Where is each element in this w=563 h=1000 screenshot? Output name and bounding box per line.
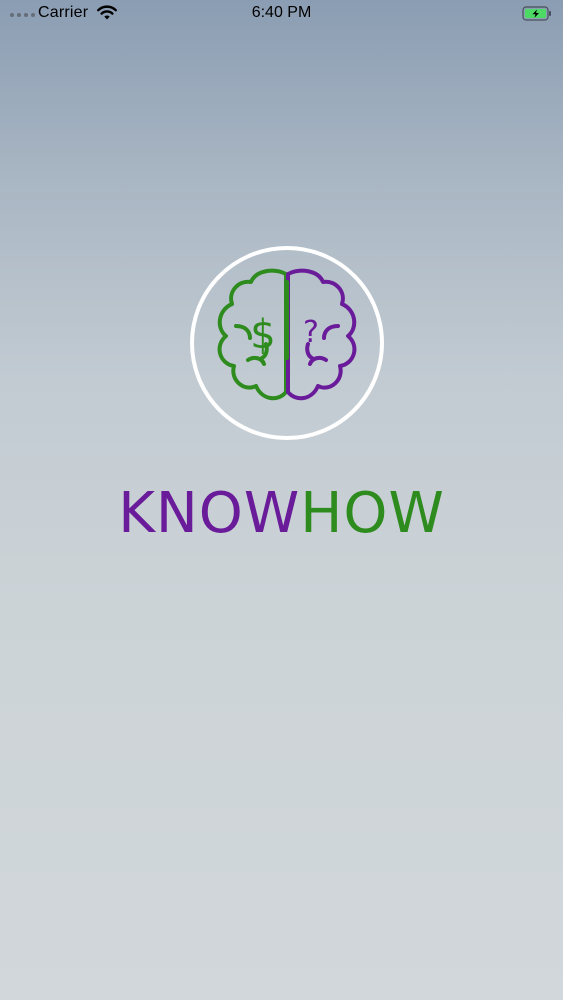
question-symbol: ?	[303, 315, 319, 350]
brain-icon: $ ?	[217, 268, 357, 401]
wordmark-know: KNOW	[118, 481, 301, 546]
status-bar: Carrier 6:40 PM	[0, 0, 563, 28]
wordmark-how: HOW	[300, 481, 445, 546]
clock: 6:40 PM	[251, 4, 312, 21]
app-wordmark: KNOWHOW	[0, 476, 563, 552]
dollar-symbol: $	[250, 312, 275, 358]
battery-charging-icon	[522, 6, 551, 21]
